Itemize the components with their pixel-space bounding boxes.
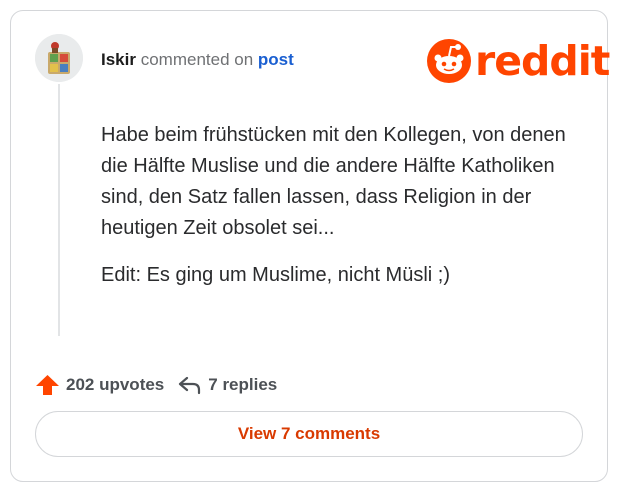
reply-count: 7 replies <box>208 375 278 394</box>
logo-text: reddit <box>475 37 610 85</box>
view-comments-button[interactable]: View 7 comments <box>35 411 583 457</box>
post-link[interactable]: post <box>258 50 294 69</box>
comment-footer: 202 upvotes 7 replies <box>35 374 277 396</box>
upvote-arrow-icon[interactable] <box>35 374 60 396</box>
reddit-logo[interactable]: reddit <box>427 37 610 85</box>
reply-arrow-icon[interactable] <box>178 375 202 395</box>
action-text: commented on <box>140 50 254 69</box>
comment-edit-paragraph: Edit: Es ging um Muslime, nicht Müsli ;) <box>101 264 450 286</box>
avatar[interactable] <box>35 34 83 82</box>
upvote-count: 202 upvotes <box>66 375 165 394</box>
avatar-image <box>35 34 83 82</box>
thread-line <box>58 84 60 336</box>
comment-paragraph: Habe beim frühstücken mit den Kollegen, … <box>101 124 566 239</box>
comment-header: Iskir commented on post <box>101 49 294 71</box>
username[interactable]: Iskir <box>101 50 136 69</box>
reddit-snoo-icon <box>427 39 471 83</box>
comment-body: Habe beim frühstücken mit den Kollegen, … <box>101 120 571 291</box>
